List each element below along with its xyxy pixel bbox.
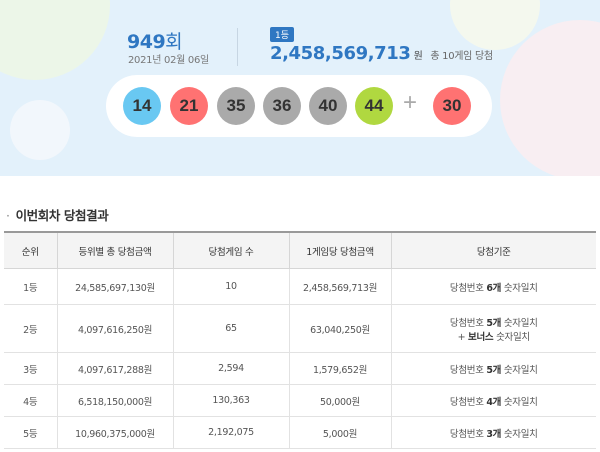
number-ball: 36	[263, 87, 301, 125]
table-row: 2등 4,097,616,250원 65 63,040,250원 당첨번호 5개…	[4, 304, 596, 353]
rank-cell: 3등	[4, 352, 58, 385]
game-count-cell: 10	[172, 268, 290, 305]
first-prize-amount: 2,458,569,713 원 총 10게임 당첨	[270, 43, 493, 64]
number-ball: 14	[123, 87, 161, 125]
first-prize-badge: 1등	[270, 27, 295, 42]
results-table: 순위 등위별 총 당첨금액 당첨게임 수 1게임당 당첨금액 당첨기준 1등 2…	[4, 231, 596, 449]
per-game-amount-cell: 1,579,652원	[288, 352, 392, 385]
draw-date: 2021년 02월 06일	[128, 55, 209, 66]
criteria-cell: 당첨번호 5개 숫자일치 + 보너스 숫자일치	[390, 304, 596, 353]
per-game-amount-cell: 50,000원	[288, 384, 392, 417]
total-amount-cell: 24,585,697,130원	[56, 268, 174, 305]
plus-icon: +	[403, 89, 418, 116]
total-amount-cell: 4,097,617,288원	[56, 352, 174, 385]
round-number: 949회	[127, 31, 183, 53]
column-header: 1게임당 당첨금액	[288, 232, 392, 269]
section-title: · 이번회차 당첨결과	[6, 208, 109, 223]
prize-amount-unit: 원	[413, 51, 423, 62]
table-row: 3등 4,097,617,288원 2,594 1,579,652원 당첨번호 …	[4, 352, 596, 385]
decorative-blob	[10, 100, 70, 160]
number-ball: 35	[217, 87, 255, 125]
criteria-cell: 당첨번호 5개 숫자일치	[390, 352, 596, 385]
total-amount-cell: 4,097,616,250원	[56, 304, 174, 353]
game-count-cell: 2,192,075	[172, 416, 290, 449]
draw-summary-banner: 949회 2021년 02월 06일 1등 2,458,569,713 원 총 10…	[0, 0, 600, 176]
total-amount-cell: 6,518,150,000원	[56, 384, 174, 417]
decorative-blob	[0, 0, 110, 80]
column-header: 순위	[4, 232, 58, 269]
game-count-cell: 130,363	[172, 384, 290, 417]
criteria-cell: 당첨번호 4개 숫자일치	[390, 384, 596, 417]
table-row: 1등 24,585,697,130원 10 2,458,569,713원 당첨번…	[4, 268, 596, 305]
column-header: 당첨게임 수	[172, 232, 290, 269]
number-ball: 40	[309, 87, 347, 125]
column-header: 등위별 총 당첨금액	[56, 232, 174, 269]
table-header-row: 순위 등위별 총 당첨금액 당첨게임 수 1게임당 당첨금액 당첨기준	[4, 232, 596, 269]
per-game-amount-cell: 5,000원	[288, 416, 392, 449]
bullet-icon: ·	[6, 208, 10, 223]
winner-count: 총 10게임 당첨	[430, 51, 493, 62]
rank-cell: 5등	[4, 416, 58, 449]
number-ball: 21	[170, 87, 208, 125]
game-count-cell: 2,594	[172, 352, 290, 385]
criteria-cell: 당첨번호 3개 숫자일치	[390, 416, 596, 449]
table-row: 5등 10,960,375,000원 2,192,075 5,000원 당첨번호…	[4, 416, 596, 449]
bonus-ball: 30	[433, 87, 471, 125]
column-header: 당첨기준	[390, 232, 596, 269]
game-count-cell: 65	[172, 304, 290, 353]
prize-amount-value: 2,458,569,713	[270, 43, 411, 64]
number-ball: 44	[355, 87, 393, 125]
criteria-cell: 당첨번호 6개 숫자일치	[390, 268, 596, 305]
per-game-amount-cell: 2,458,569,713원	[288, 268, 392, 305]
per-game-amount-cell: 63,040,250원	[288, 304, 392, 353]
table-row: 4등 6,518,150,000원 130,363 50,000원 당첨번호 4…	[4, 384, 596, 417]
rank-cell: 1등	[4, 268, 58, 305]
total-amount-cell: 10,960,375,000원	[56, 416, 174, 449]
rank-cell: 2등	[4, 304, 58, 353]
rank-cell: 4등	[4, 384, 58, 417]
winning-numbers: 14 21 35 36 40 44 + 30	[106, 75, 492, 137]
divider	[237, 28, 238, 66]
